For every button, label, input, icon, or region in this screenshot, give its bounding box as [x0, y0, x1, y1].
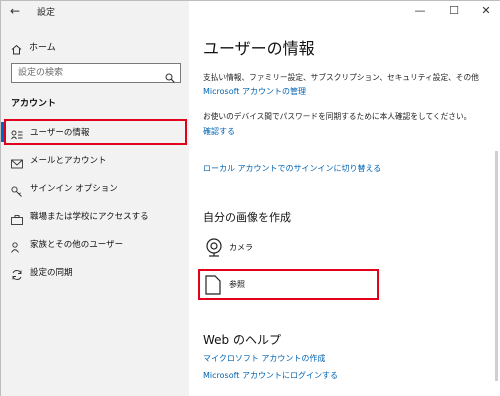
- camera-label: カメラ: [229, 243, 253, 252]
- search-input[interactable]: [12, 64, 162, 82]
- highlight-box-browse: [198, 269, 379, 300]
- camera-option[interactable]: カメラ: [203, 238, 343, 264]
- sidebar-item-mail-accounts[interactable]: メールとアカウント: [1, 148, 189, 172]
- scrollbar[interactable]: [495, 151, 498, 381]
- key-icon: [11, 182, 23, 201]
- sidebar-item-work-school[interactable]: 職場または学校にアクセスする: [1, 204, 189, 228]
- sidebar-item-label: 職場または学校にアクセスする: [30, 212, 149, 222]
- window-title: 設定: [37, 8, 56, 18]
- sidebar-item-sync-settings[interactable]: 設定の同期: [1, 260, 189, 284]
- sidebar: ← 設定 ホーム アカウント ユーザーの情報: [1, 1, 189, 396]
- search-icon[interactable]: [165, 68, 175, 87]
- maximize-icon[interactable]: ☐: [446, 3, 462, 19]
- sync-icon: [11, 266, 23, 285]
- create-picture-heading: 自分の画像を作成: [203, 211, 291, 224]
- verify-description: お使いのデバイス間でパスワードを同期するために本人確認をしてください。: [203, 112, 472, 121]
- window-controls: — ☐ ✕: [400, 1, 500, 23]
- close-icon[interactable]: ✕: [478, 3, 494, 19]
- home-nav-item[interactable]: ホーム: [1, 37, 189, 55]
- sidebar-item-signin-options[interactable]: サインイン オプション: [1, 176, 189, 200]
- help-link-create-account[interactable]: マイクロソフト アカウントの作成: [203, 353, 325, 364]
- sidebar-item-label: 設定の同期: [30, 268, 73, 278]
- sidebar-item-label: メールとアカウント: [30, 156, 107, 166]
- main-content: — ☐ ✕ ユーザーの情報 支払い情報、ファミリー設定、サブスクリプション、セキ…: [189, 1, 500, 396]
- home-label: ホーム: [29, 43, 56, 53]
- manage-account-link[interactable]: Microsoft アカウントの管理: [203, 86, 306, 97]
- back-arrow-icon[interactable]: ←: [10, 4, 24, 18]
- sidebar-item-family-users[interactable]: 家族とその他のユーザー: [1, 232, 189, 256]
- web-help-heading: Web のヘルプ: [203, 333, 281, 347]
- section-label-account: アカウント: [11, 99, 57, 109]
- minimize-icon[interactable]: —: [412, 3, 428, 19]
- people-icon: [11, 238, 23, 257]
- page-title: ユーザーの情報: [203, 39, 315, 58]
- camera-icon: [205, 238, 223, 262]
- sidebar-item-label: サインイン オプション: [30, 184, 118, 194]
- highlight-box-user-info: [4, 119, 187, 145]
- search-box[interactable]: [11, 63, 181, 83]
- mail-icon: [11, 154, 23, 173]
- settings-window: ← 設定 ホーム アカウント ユーザーの情報: [0, 0, 500, 396]
- sidebar-item-label: 家族とその他のユーザー: [30, 240, 124, 250]
- billing-description: 支払い情報、ファミリー設定、サブスクリプション、セキュリティ設定、その他: [203, 73, 479, 82]
- verify-link[interactable]: 確認する: [203, 126, 235, 137]
- home-icon: [11, 40, 22, 59]
- briefcase-icon: [11, 210, 23, 229]
- title-bar: ← 設定: [1, 1, 189, 23]
- local-account-link[interactable]: ローカル アカウントでのサインインに切り替える: [203, 163, 381, 174]
- help-link-login-account[interactable]: Microsoft アカウントにログインする: [203, 370, 338, 381]
